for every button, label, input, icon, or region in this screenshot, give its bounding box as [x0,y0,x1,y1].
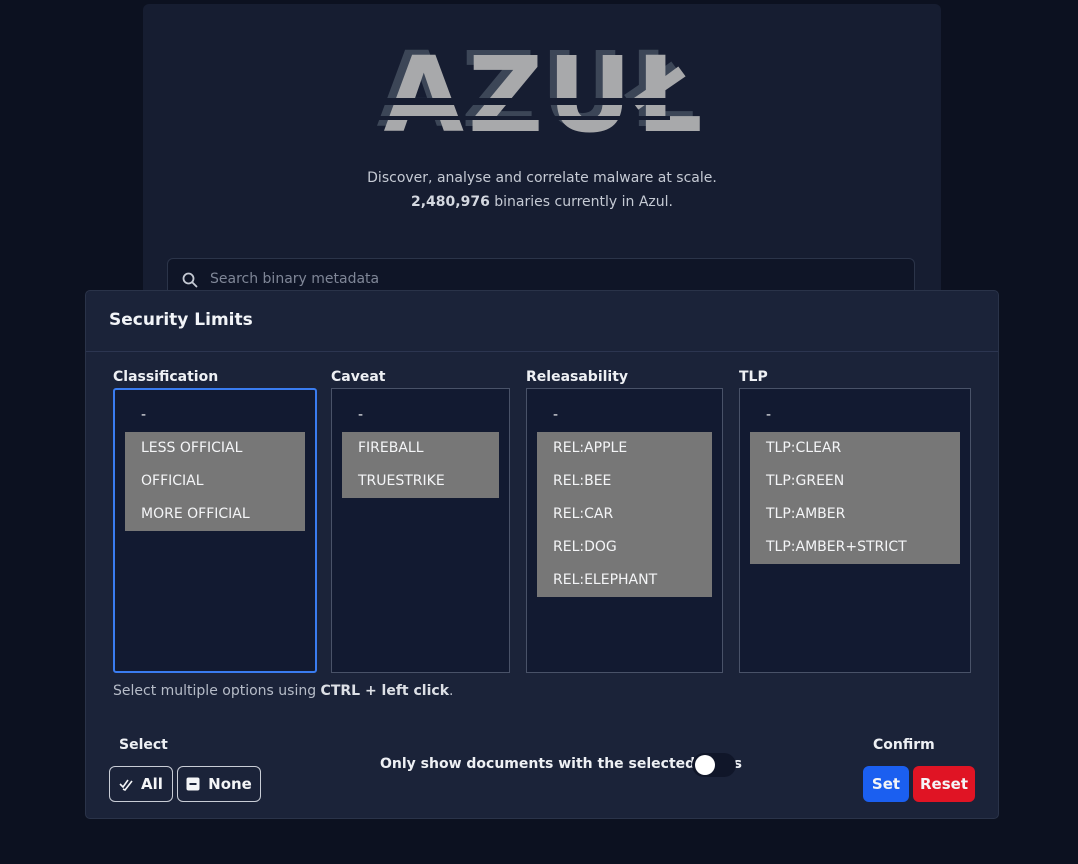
confirm-group-label: Confirm [873,737,935,753]
listbox-option[interactable]: MORE OFFICIAL [125,498,305,531]
tlp-listbox[interactable]: - TLP:CLEAR TLP:GREEN TLP:AMBER TLP:AMBER+ST… [739,388,971,673]
hint-key: CTRL + left click [320,683,450,699]
listbox-option[interactable]: REL:ELEPHANT [537,564,712,597]
listbox-option[interactable]: TLP:AMBER+STRICT [750,531,960,564]
listbox-option[interactable]: REL:BEE [537,465,712,498]
listbox-option[interactable]: REL:CAR [537,498,712,531]
listbox-option[interactable]: TLP:CLEAR [750,432,960,465]
select-group-label: Select [119,737,168,753]
logo-text: AZUŁ [383,34,707,156]
rel-filter-toggle[interactable] [692,753,736,777]
listbox-option[interactable]: OFFICIAL [125,465,305,498]
modal-title: Security Limits [109,310,253,330]
logo-glitch-bar [370,116,670,120]
set-label: Set [871,775,901,793]
releasability-listbox[interactable]: - REL:APPLE REL:BEE REL:CAR REL:DOG REL:ELEPH… [526,388,723,673]
binary-count: 2,480,976 [411,194,490,210]
classification-label: Classification [113,369,219,385]
multi-select-hint: Select multiple options using CTRL + lef… [113,683,453,699]
azul-logo: AZUŁ AZUŁ [350,33,740,156]
modal-divider [86,351,998,352]
logo-glitch-bar [358,98,730,105]
listbox-option[interactable]: - [537,399,712,432]
security-limits-modal: Security Limits Classification Caveat Re… [85,290,999,819]
listbox-option[interactable]: REL:DOG [537,531,712,564]
caveat-label: Caveat [331,369,386,385]
listbox-option[interactable]: TRUESTRIKE [342,465,499,498]
tlp-label: TLP [739,369,768,385]
select-none-label: None [208,775,252,793]
select-none-button[interactable]: None [177,766,261,802]
binary-count-suffix: binaries currently in Azul. [489,194,673,210]
listbox-option[interactable]: TLP:AMBER [750,498,960,531]
tagline: Discover, analyse and correlate malware … [367,170,717,186]
search-icon [182,272,198,288]
listbox-option[interactable]: REL:APPLE [537,432,712,465]
releasability-label: Releasability [526,369,629,385]
select-all-button[interactable]: All [109,766,173,802]
reset-button[interactable]: Reset [913,766,975,802]
caveat-listbox[interactable]: - FIREBALL TRUESTRIKE [331,388,510,673]
double-check-icon [119,779,133,791]
listbox-option[interactable]: - [750,399,960,432]
listbox-option[interactable]: FIREBALL [342,432,499,465]
listbox-option[interactable]: - [342,399,499,432]
rel-filter-label: Only show documents with the selected RE… [380,756,742,772]
binary-count-line: 2,480,976 binaries currently in Azul. [143,194,941,210]
reset-label: Reset [920,775,968,793]
listbox-option[interactable]: TLP:GREEN [750,465,960,498]
hint-prefix: Select multiple options using [113,683,321,699]
classification-listbox[interactable]: - LESS OFFICIAL OFFICIAL MORE OFFICIAL [113,388,317,673]
hint-suffix: . [449,683,454,699]
toggle-knob [695,755,715,775]
minus-square-icon [186,777,200,791]
set-button[interactable]: Set [863,766,909,802]
select-all-label: All [141,775,163,793]
listbox-option[interactable]: - [125,399,305,432]
listbox-option[interactable]: LESS OFFICIAL [125,432,305,465]
